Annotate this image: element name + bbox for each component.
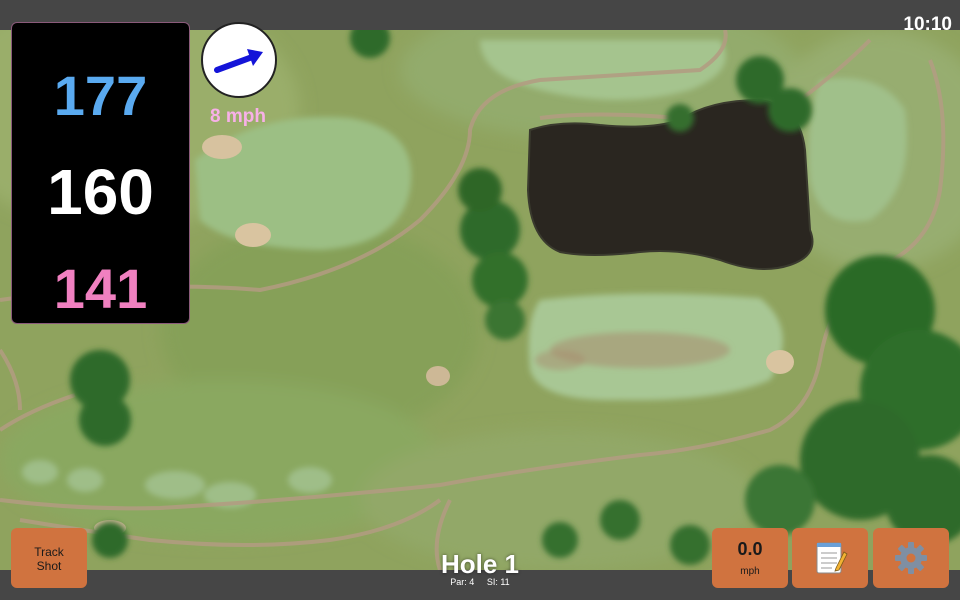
hole-par: Par: 4	[450, 577, 475, 587]
speed-button[interactable]: 0.0 mph	[712, 528, 788, 588]
back-distance: 177	[53, 64, 148, 127]
front-distance: 141	[53, 257, 148, 320]
hole-title: Hole 1	[440, 549, 520, 579]
clock: 10:10	[903, 14, 952, 35]
notes-button[interactable]	[792, 528, 868, 588]
settings-button[interactable]	[873, 528, 949, 588]
notepad-icon	[816, 542, 848, 574]
track-shot-line1: Track	[34, 545, 64, 559]
middle-distance: 160	[47, 156, 154, 228]
golf-gps-screen: 10:10 177 160 141 8 mph Track Shot Hole …	[0, 0, 960, 600]
arrow-icon	[214, 49, 263, 73]
hole-stroke-index: SI: 11	[486, 577, 510, 587]
hole-info: Par: 4 SI: 11	[380, 577, 580, 587]
wind-indicator	[201, 22, 277, 98]
distance-panel[interactable]: 177 160 141	[11, 22, 190, 324]
gear-icon	[895, 542, 927, 574]
speed-unit: mph	[740, 566, 760, 577]
wind-speed-label: 8 mph	[210, 106, 266, 127]
track-shot-button[interactable]: Track Shot	[11, 528, 87, 588]
track-shot-line2: Shot	[36, 559, 62, 573]
speed-value: 0.0	[737, 539, 763, 559]
